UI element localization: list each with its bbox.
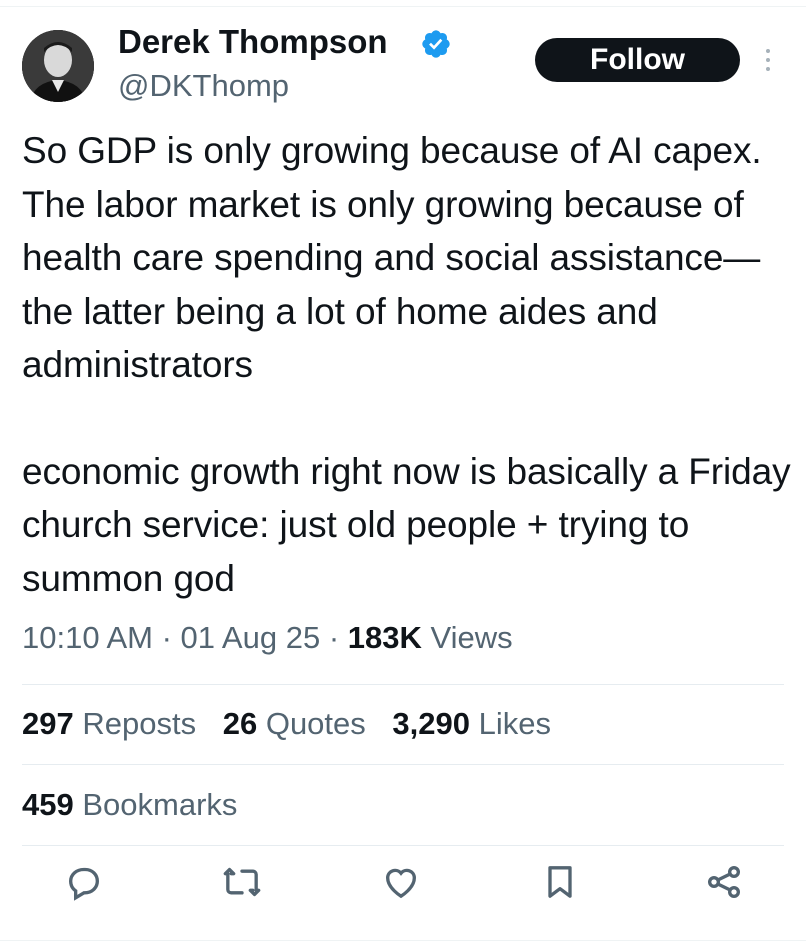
tweet-date[interactable]: 01 Aug 25 <box>181 620 321 655</box>
top-divider <box>0 6 806 7</box>
author-handle[interactable]: @DKThomp <box>118 67 289 105</box>
tweet-card: Derek Thompson @DKThomp Follow So GDP is… <box>0 0 806 950</box>
views-label: Views <box>430 620 513 655</box>
avatar[interactable] <box>22 30 94 102</box>
tweet-time[interactable]: 10:10 AM <box>22 620 153 655</box>
quotes-stat[interactable]: 26 Quotes <box>223 706 366 741</box>
divider <box>22 845 784 846</box>
bottom-divider <box>0 940 806 941</box>
more-vertical-icon[interactable] <box>760 46 776 76</box>
reposts-stat[interactable]: 297 Reposts <box>22 706 196 741</box>
action-bar <box>0 862 806 912</box>
repost-icon[interactable] <box>222 862 262 902</box>
engagement-stats: 297 Reposts 26 Quotes 3,290 Likes <box>22 704 569 744</box>
tweet-paragraph: So GDP is only growing because of AI cap… <box>22 130 762 385</box>
author-name[interactable]: Derek Thompson <box>118 22 388 62</box>
tweet-text: So GDP is only growing because of AI cap… <box>22 124 792 605</box>
verified-badge-icon <box>422 30 450 58</box>
divider <box>22 764 784 765</box>
tweet-meta: 10:10 AM · 01 Aug 25 · 183K Views <box>22 620 513 655</box>
likes-stat[interactable]: 3,290 Likes <box>392 706 551 741</box>
bookmark-icon[interactable] <box>540 862 580 902</box>
reply-icon[interactable] <box>64 862 104 902</box>
heart-icon[interactable] <box>381 862 421 902</box>
share-icon[interactable] <box>704 862 744 902</box>
follow-button[interactable]: Follow <box>535 38 740 82</box>
tweet-paragraph: economic growth right now is basically a… <box>22 450 791 599</box>
bookmarks-stat[interactable]: 459 Bookmarks <box>22 785 237 825</box>
divider <box>22 684 784 685</box>
views-count: 183K <box>347 620 422 655</box>
